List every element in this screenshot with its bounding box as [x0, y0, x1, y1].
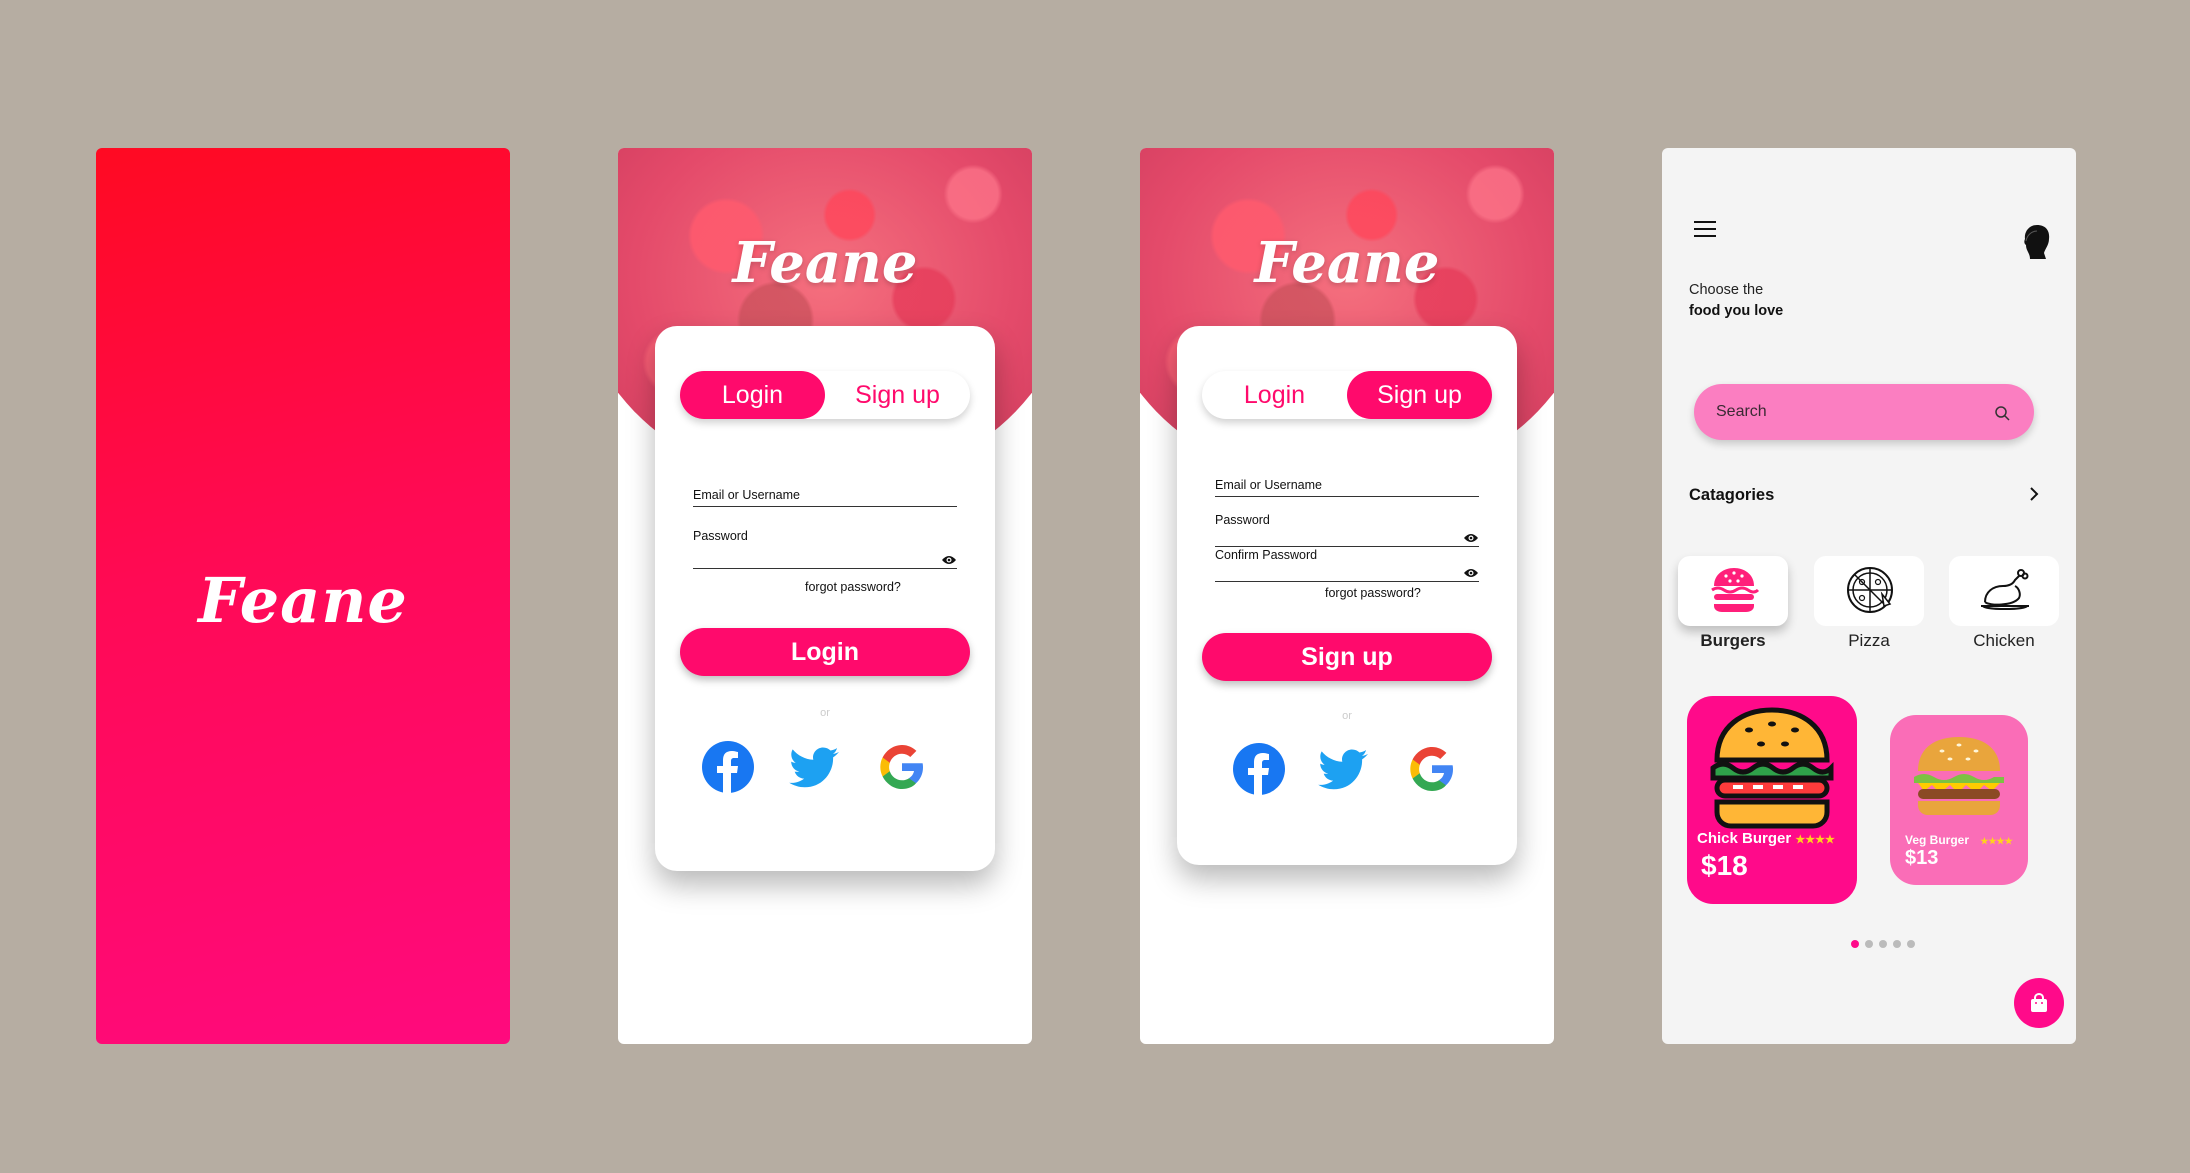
signup-card: Login Sign up Email or Username Password… [1177, 326, 1517, 865]
login-card: Login Sign up Email or Username Password… [655, 326, 995, 871]
email-field-label: Email or Username [693, 488, 800, 502]
password-field-label: Password [693, 529, 748, 543]
show-password-eye-icon[interactable] [1463, 532, 1479, 544]
category-label-chicken: Chicken [1973, 631, 2035, 650]
email-field[interactable]: Email or Username [1215, 478, 1479, 497]
tab-login[interactable]: Login [1202, 371, 1347, 419]
or-divider: or [820, 707, 830, 719]
forgot-password-link[interactable]: forgot password? [805, 580, 901, 594]
pagination-dot[interactable] [1907, 940, 1915, 948]
tab-signup[interactable]: Sign up [1347, 371, 1492, 419]
food-card-chick-burger[interactable]: Chick Burger ★★★★ $18 [1687, 696, 1857, 904]
food-name-veg-burger: Veg Burger ★★★★ [1905, 833, 2013, 847]
avatar[interactable] [2016, 219, 2056, 263]
google-icon[interactable] [1405, 742, 1459, 796]
burger-icon [1711, 568, 1760, 612]
twitter-icon[interactable] [789, 740, 843, 794]
cart-button[interactable] [2014, 978, 2064, 1028]
search-input[interactable]: Search [1694, 384, 2034, 440]
signup-screen: Feane Login Sign up Email or Username Pa… [1140, 148, 1554, 1044]
show-confirm-password-eye-icon[interactable] [1463, 567, 1479, 579]
chevron-right-icon[interactable] [2028, 487, 2040, 501]
food-price-chick-burger: $18 [1701, 850, 1748, 881]
rating-stars: ★★★★ [1795, 834, 1835, 846]
email-field-label: Email or Username [1215, 478, 1322, 492]
email-field[interactable]: Email or Username [693, 488, 957, 507]
food-card-veg-burger[interactable]: Veg Burger ★★★★ $13 [1890, 715, 2028, 885]
brand-logo: Feane [732, 230, 918, 296]
auth-tabs: Login Sign up [680, 371, 970, 419]
password-field-label: Password [1215, 513, 1270, 527]
category-label-pizza: Pizza [1848, 631, 1890, 650]
login-button[interactable]: Login [680, 628, 970, 676]
login-screen: Feane Login Sign up Email or Username Pa… [618, 148, 1032, 1044]
pagination-dot[interactable] [1851, 940, 1859, 948]
confirm-password-field[interactable]: Confirm Password [1215, 548, 1479, 582]
rating-stars: ★★★★ [1980, 836, 2013, 846]
category-label-burgers: Burgers [1700, 631, 1766, 650]
facebook-icon[interactable] [701, 740, 755, 794]
facebook-icon[interactable] [1232, 742, 1286, 796]
splash-screen: Feane [96, 148, 510, 1044]
auth-tabs: Login Sign up [1202, 371, 1492, 419]
hamburger-menu-icon[interactable] [1694, 220, 1716, 238]
tab-login[interactable]: Login [680, 371, 825, 419]
pagination-dot[interactable] [1893, 940, 1901, 948]
confirm-password-field-label: Confirm Password [1215, 548, 1318, 562]
categories-heading: Catagories [1689, 486, 1775, 504]
burger-illustration-icon [1914, 737, 2004, 815]
forgot-password-link[interactable]: forgot password? [1325, 586, 1421, 600]
food-price-veg-burger: $13 [1905, 847, 1939, 869]
shopping-bag-icon [2031, 992, 2047, 1012]
signup-button[interactable]: Sign up [1202, 633, 1492, 681]
or-divider: or [1342, 710, 1352, 722]
pagination-dot[interactable] [1879, 940, 1887, 948]
tab-signup[interactable]: Sign up [825, 371, 970, 419]
pagination-dot[interactable] [1865, 940, 1873, 948]
pizza-icon [1847, 567, 1893, 613]
search-placeholder: Search [1716, 403, 1767, 420]
burger-illustration-icon [1710, 707, 1834, 829]
brand-logo: Feane [198, 564, 408, 637]
brand-logo: Feane [1254, 230, 1440, 296]
category-pizza[interactable] [1814, 556, 1924, 626]
home-screen: Choose the food you love Search Catagori… [1662, 148, 2076, 1044]
search-icon[interactable] [1994, 405, 2010, 421]
category-burgers[interactable] [1678, 556, 1788, 626]
food-name-chick-burger: Chick Burger ★★★★ [1697, 830, 1835, 847]
twitter-icon[interactable] [1318, 742, 1372, 796]
tagline-line-1: Choose the [1689, 282, 1764, 298]
show-password-eye-icon[interactable] [941, 554, 957, 566]
category-chicken[interactable] [1949, 556, 2059, 626]
chicken-icon [1981, 569, 2029, 610]
carousel-pagination [1851, 940, 1915, 948]
password-field[interactable]: Password [1215, 513, 1479, 547]
tagline-line-2: food you love [1689, 303, 1784, 319]
password-field[interactable]: Password [693, 529, 957, 569]
google-icon[interactable] [875, 740, 929, 794]
